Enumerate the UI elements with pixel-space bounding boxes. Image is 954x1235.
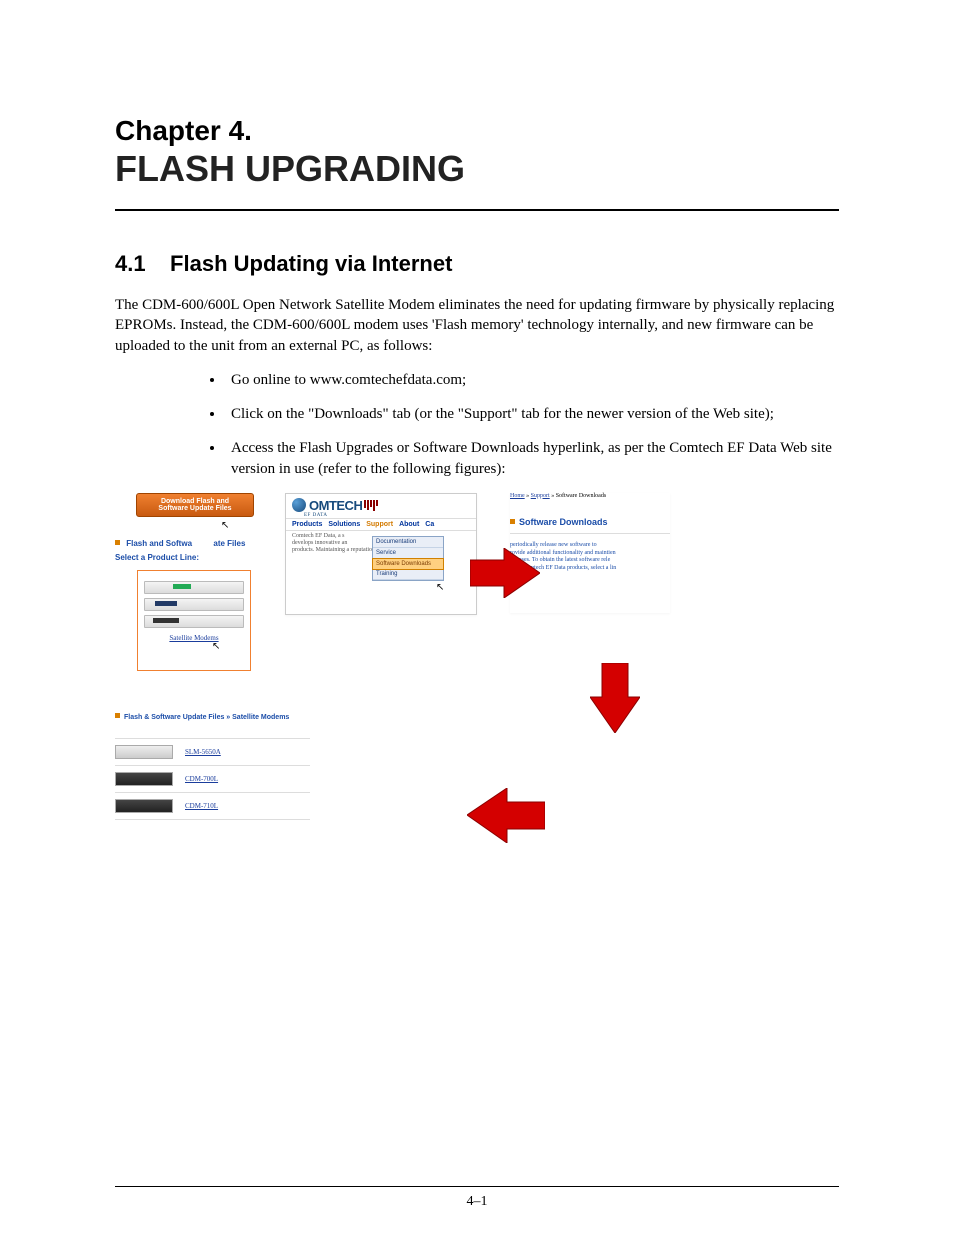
file-link[interactable]: CDM-700L — [185, 775, 218, 783]
bullet-icon — [115, 713, 120, 718]
btn-line1: Download Flash and — [161, 498, 229, 505]
flash-software-heading: Flash and SoftwaXXXXate Files — [115, 539, 275, 548]
device-thumb — [144, 615, 244, 628]
file-row[interactable]: SLM-5650A — [115, 738, 310, 766]
bc-tail: » Software Downloads — [550, 493, 607, 499]
product-line-box[interactable]: Satellite Modems ↖ — [137, 570, 251, 671]
cursor-icon: ↖ — [212, 641, 220, 652]
nav-row: Products Solutions Support About Ca — [286, 518, 476, 531]
figure-area: OMTECH EF DATA Products Solutions Suppor… — [115, 493, 839, 903]
section-heading: 4.1 Flash Updating via Internet — [115, 251, 839, 277]
logo-text: OMTECH — [309, 498, 362, 513]
nav-about[interactable]: About — [399, 521, 419, 528]
download-button-panel: Download Flash and Software Update Files… — [115, 493, 275, 553]
select-product-line-label: Select a Product Line: — [115, 553, 275, 562]
heading-post: ate Files — [213, 539, 245, 548]
menu-training[interactable]: Training — [373, 569, 443, 580]
nav-ca[interactable]: Ca — [425, 521, 434, 528]
cursor-icon: ↖ — [436, 582, 444, 593]
menu-documentation[interactable]: Documentation — [373, 537, 443, 548]
list-item: Click on the "Downloads" tab (or the "Su… — [225, 404, 839, 424]
device-thumb — [115, 799, 173, 813]
bullet-list: Go online to www.comtechefdata.com; Clic… — [115, 370, 839, 479]
list-item: Go online to www.comtechefdata.com; — [225, 370, 839, 390]
file-row[interactable]: CDM-710L — [115, 792, 310, 820]
file-link[interactable]: CDM-710L — [185, 802, 218, 810]
bc-support[interactable]: Support — [531, 493, 550, 499]
breadcrumb: Home » Support » Software Downloads — [510, 493, 670, 499]
arrow-right-icon — [470, 548, 540, 598]
logo-row: OMTECH — [286, 494, 476, 515]
footer-rule — [115, 1186, 839, 1187]
cursor-icon: ↖ — [221, 520, 229, 531]
update-files-title: Flash & Software Update Files » Satellit… — [115, 713, 310, 721]
comtech-site-panel: OMTECH EF DATA Products Solutions Suppor… — [285, 493, 477, 615]
download-flash-button[interactable]: Download Flash and Software Update Files — [136, 493, 254, 517]
product-line-panel: Select a Product Line: Satellite Modems … — [115, 553, 275, 713]
device-thumb — [144, 581, 244, 594]
arrow-left-icon — [467, 788, 545, 843]
device-thumb — [144, 598, 244, 611]
arrow-down-icon — [590, 663, 640, 733]
logo-bars-icon — [364, 500, 378, 511]
list-item: Access the Flash Upgrades or Software Do… — [225, 438, 839, 479]
nav-solutions[interactable]: Solutions — [328, 521, 360, 528]
chapter-title: FLASH UPGRADING — [115, 151, 839, 187]
update-files-list-panel: Flash & Software Update Files » Satellit… — [115, 713, 310, 873]
heading-pre: Flash and Softwa — [126, 539, 192, 548]
section-number: 4.1 — [115, 251, 146, 276]
file-link[interactable]: SLM-5650A — [185, 748, 221, 756]
page-number: 4–1 — [0, 1194, 954, 1210]
section-title: Flash Updating via Internet — [170, 251, 452, 276]
nav-support[interactable]: Support — [366, 521, 393, 528]
satellite-modems-link[interactable]: Satellite Modems — [144, 634, 244, 642]
intro-paragraph: The CDM-600/600L Open Network Satellite … — [115, 295, 839, 356]
file-row[interactable]: CDM-700L — [115, 765, 310, 793]
software-downloads-title: Software Downloads — [510, 517, 670, 527]
bc-home[interactable]: Home — [510, 493, 525, 499]
device-thumb — [115, 772, 173, 786]
support-dropdown: Documentation Service Software Downloads… — [372, 536, 444, 581]
divider — [510, 533, 670, 534]
btn-line2: Software Update Files — [141, 505, 249, 512]
page: Chapter 4. FLASH UPGRADING 4.1 Flash Upd… — [0, 0, 954, 1235]
globe-icon — [292, 498, 306, 512]
chapter-rule — [115, 209, 839, 211]
chapter-label: Chapter 4. — [115, 115, 839, 147]
device-thumb — [115, 745, 173, 759]
nav-products[interactable]: Products — [292, 521, 322, 528]
